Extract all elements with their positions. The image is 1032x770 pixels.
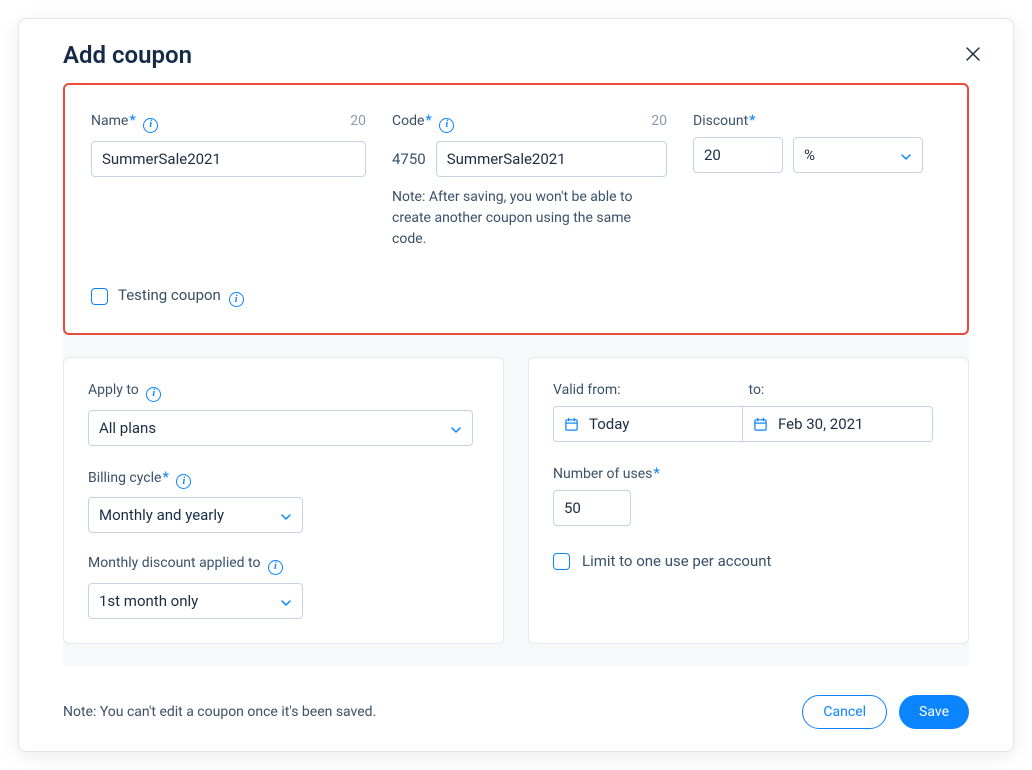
discount-label: Discount* [693, 111, 756, 129]
number-of-uses-input[interactable] [553, 490, 631, 526]
chevron-down-icon [900, 149, 912, 161]
code-input[interactable] [436, 141, 667, 177]
info-icon[interactable]: i [176, 474, 191, 489]
close-icon [965, 46, 981, 62]
apply-to-select[interactable]: All plans [88, 410, 473, 446]
discount-value-input[interactable] [693, 137, 783, 173]
info-icon[interactable]: i [143, 118, 158, 133]
apply-panel: Apply to i All plans Billing cycle* i [63, 357, 504, 644]
chevron-down-icon [280, 509, 292, 521]
modal-title: Add coupon [63, 41, 192, 69]
valid-to-input[interactable]: Feb 30, 2021 [743, 406, 933, 442]
apply-to-value: All plans [99, 419, 156, 437]
code-char-counter: 20 [651, 113, 667, 129]
chevron-down-icon [280, 595, 292, 607]
testing-coupon-label: Testing coupon i [118, 286, 244, 308]
name-field-group: Name* i 20 [91, 111, 366, 250]
code-note: Note: After saving, you won't be able to… [392, 187, 667, 250]
testing-coupon-checkbox[interactable] [91, 288, 108, 305]
modal-footer: Note: You can't edit a coupon once it's … [19, 673, 1013, 751]
info-icon[interactable]: i [439, 118, 454, 133]
code-prefix: 4750 [392, 150, 426, 168]
valid-from-value: Today [589, 415, 629, 433]
number-of-uses-label: Number of uses* [553, 464, 944, 482]
code-label: Code* i [392, 111, 454, 133]
limit-one-use-label: Limit to one use per account [582, 552, 771, 570]
valid-from-input[interactable]: Today [553, 406, 743, 442]
coupon-basics-panel: Name* i 20 Code* i [63, 83, 969, 335]
billing-cycle-select[interactable]: Monthly and yearly [88, 497, 303, 533]
save-button[interactable]: Save [899, 695, 969, 729]
billing-cycle-label: Billing cycle* i [88, 468, 479, 490]
name-char-counter: 20 [350, 113, 366, 129]
name-label: Name* i [91, 111, 158, 133]
footer-note: Note: You can't edit a coupon once it's … [63, 704, 376, 720]
testing-coupon-row: Testing coupon i [91, 286, 941, 308]
limit-one-use-checkbox[interactable] [553, 553, 570, 570]
info-icon[interactable]: i [268, 560, 283, 575]
code-field-group: Code* i 20 4750 Note: After saving, you … [392, 111, 667, 250]
chevron-down-icon [450, 422, 462, 434]
calendar-icon [564, 417, 579, 432]
close-button[interactable] [961, 41, 985, 69]
valid-to-label: to: [749, 382, 945, 398]
info-icon[interactable]: i [229, 292, 244, 307]
valid-from-label: Valid from: [553, 382, 749, 398]
apply-to-label: Apply to i [88, 382, 479, 402]
discount-field-group: Discount* % [693, 111, 923, 250]
calendar-icon [753, 417, 768, 432]
name-input[interactable] [91, 141, 366, 177]
valid-to-value: Feb 30, 2021 [778, 415, 864, 433]
add-coupon-modal: Add coupon Name* i 20 [18, 18, 1014, 752]
cancel-button[interactable]: Cancel [802, 695, 887, 729]
info-icon[interactable]: i [146, 387, 161, 402]
monthly-applied-select[interactable]: 1st month only [88, 583, 303, 619]
validity-panel: Valid from: to: Today [528, 357, 969, 644]
monthly-applied-value: 1st month only [99, 592, 198, 610]
discount-unit-select[interactable]: % [793, 137, 923, 173]
monthly-applied-label: Monthly discount applied to i [88, 555, 479, 575]
discount-unit-value: % [804, 146, 815, 164]
billing-cycle-value: Monthly and yearly [99, 506, 224, 524]
modal-header: Add coupon [19, 19, 1013, 83]
